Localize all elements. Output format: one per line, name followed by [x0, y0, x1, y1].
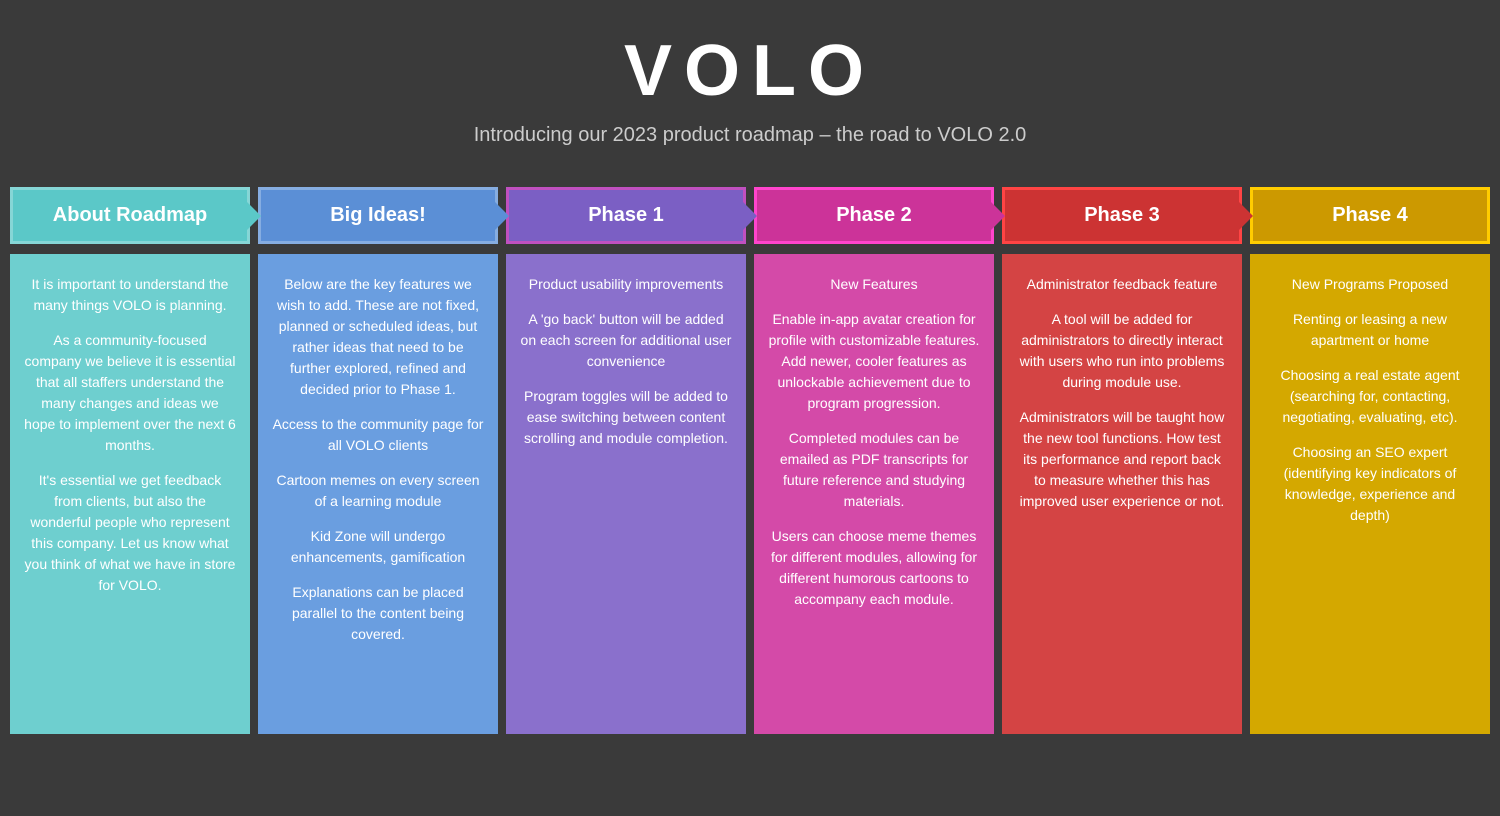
column-body-phase3: Administrator feedback feature A tool wil…	[1002, 254, 1242, 734]
body-paragraph: Completed modules can be emailed as PDF …	[768, 428, 980, 512]
body-paragraph: Administrators will be taught how the ne…	[1016, 407, 1228, 512]
column-header-phase1: Phase 1	[506, 187, 746, 244]
body-paragraph: Enable in-app avatar creation for profil…	[768, 309, 980, 414]
body-paragraph: Users can choose meme themes for differe…	[768, 526, 980, 610]
column-phase3: Phase 3 Administrator feedback feature A t…	[1002, 187, 1242, 734]
arrow-connector-phase2	[991, 202, 1005, 230]
arrow-connector-phase1	[743, 202, 757, 230]
column-header-big-ideas: Big Ideas!	[258, 187, 498, 244]
column-separator	[498, 187, 506, 734]
column-header-phase3: Phase 3	[1002, 187, 1242, 244]
body-paragraph: Choosing an SEO expert (identifying key …	[1264, 442, 1476, 526]
arrow-connector-big-ideas	[495, 202, 509, 230]
body-paragraph: Product usability improvements	[520, 274, 732, 295]
column-separator	[994, 187, 1002, 734]
body-paragraph: Cartoon memes on every screen of a learn…	[272, 470, 484, 512]
subtitle: Introducing our 2023 product roadmap – t…	[0, 124, 1500, 147]
body-paragraph: Renting or leasing a new apartment or ho…	[1264, 309, 1476, 351]
page-header: VOLO Introducing our 2023 product roadma…	[0, 0, 1500, 157]
arrow-connector-phase3	[1239, 202, 1253, 230]
body-paragraph: Below are the key features we wish to ad…	[272, 274, 484, 400]
roadmap-container: About Roadmap It is important to understa…	[10, 187, 1490, 734]
column-header-phase4: Phase 4	[1250, 187, 1490, 244]
logo: VOLO	[0, 30, 1500, 112]
body-paragraph: Explanations can be placed parallel to t…	[272, 582, 484, 645]
column-body-phase2: New Features Enable in-app avatar creatio…	[754, 254, 994, 734]
column-separator	[1242, 187, 1250, 734]
column-separator	[746, 187, 754, 734]
body-paragraph: New Programs Proposed	[1264, 274, 1476, 295]
column-phase4: Phase 4 New Programs Proposed Renting or l…	[1250, 187, 1490, 734]
body-paragraph: Choosing a real estate agent (searching …	[1264, 365, 1476, 428]
column-separator	[250, 187, 258, 734]
column-about: About Roadmap It is important to understa…	[10, 187, 250, 734]
body-paragraph: Kid Zone will undergo enhancements, gami…	[272, 526, 484, 568]
column-phase1: Phase 1 Product usability improvements A '…	[506, 187, 746, 734]
column-phase2: Phase 2 New Features Enable in-app avatar …	[754, 187, 994, 734]
body-paragraph: It is important to understand the many t…	[24, 274, 236, 316]
column-header-phase2: Phase 2	[754, 187, 994, 244]
arrow-connector-about	[247, 202, 261, 230]
body-paragraph: Access to the community page for all VOL…	[272, 414, 484, 456]
column-body-phase4: New Programs Proposed Renting or leasing …	[1250, 254, 1490, 734]
column-body-big-ideas: Below are the key features we wish to ad…	[258, 254, 498, 734]
body-paragraph: Program toggles will be added to ease sw…	[520, 386, 732, 449]
body-paragraph: New Features	[768, 274, 980, 295]
body-paragraph: As a community-focused company we believ…	[24, 330, 236, 456]
body-paragraph: A tool will be added for administrators …	[1016, 309, 1228, 393]
column-body-phase1: Product usability improvements A 'go back…	[506, 254, 746, 734]
body-paragraph: A 'go back' button will be added on each…	[520, 309, 732, 372]
column-body-about: It is important to understand the many t…	[10, 254, 250, 734]
body-paragraph: Administrator feedback feature	[1016, 274, 1228, 295]
column-big-ideas: Big Ideas! Below are the key features we …	[258, 187, 498, 734]
column-header-about: About Roadmap	[10, 187, 250, 244]
body-paragraph: It's essential we get feedback from clie…	[24, 470, 236, 596]
